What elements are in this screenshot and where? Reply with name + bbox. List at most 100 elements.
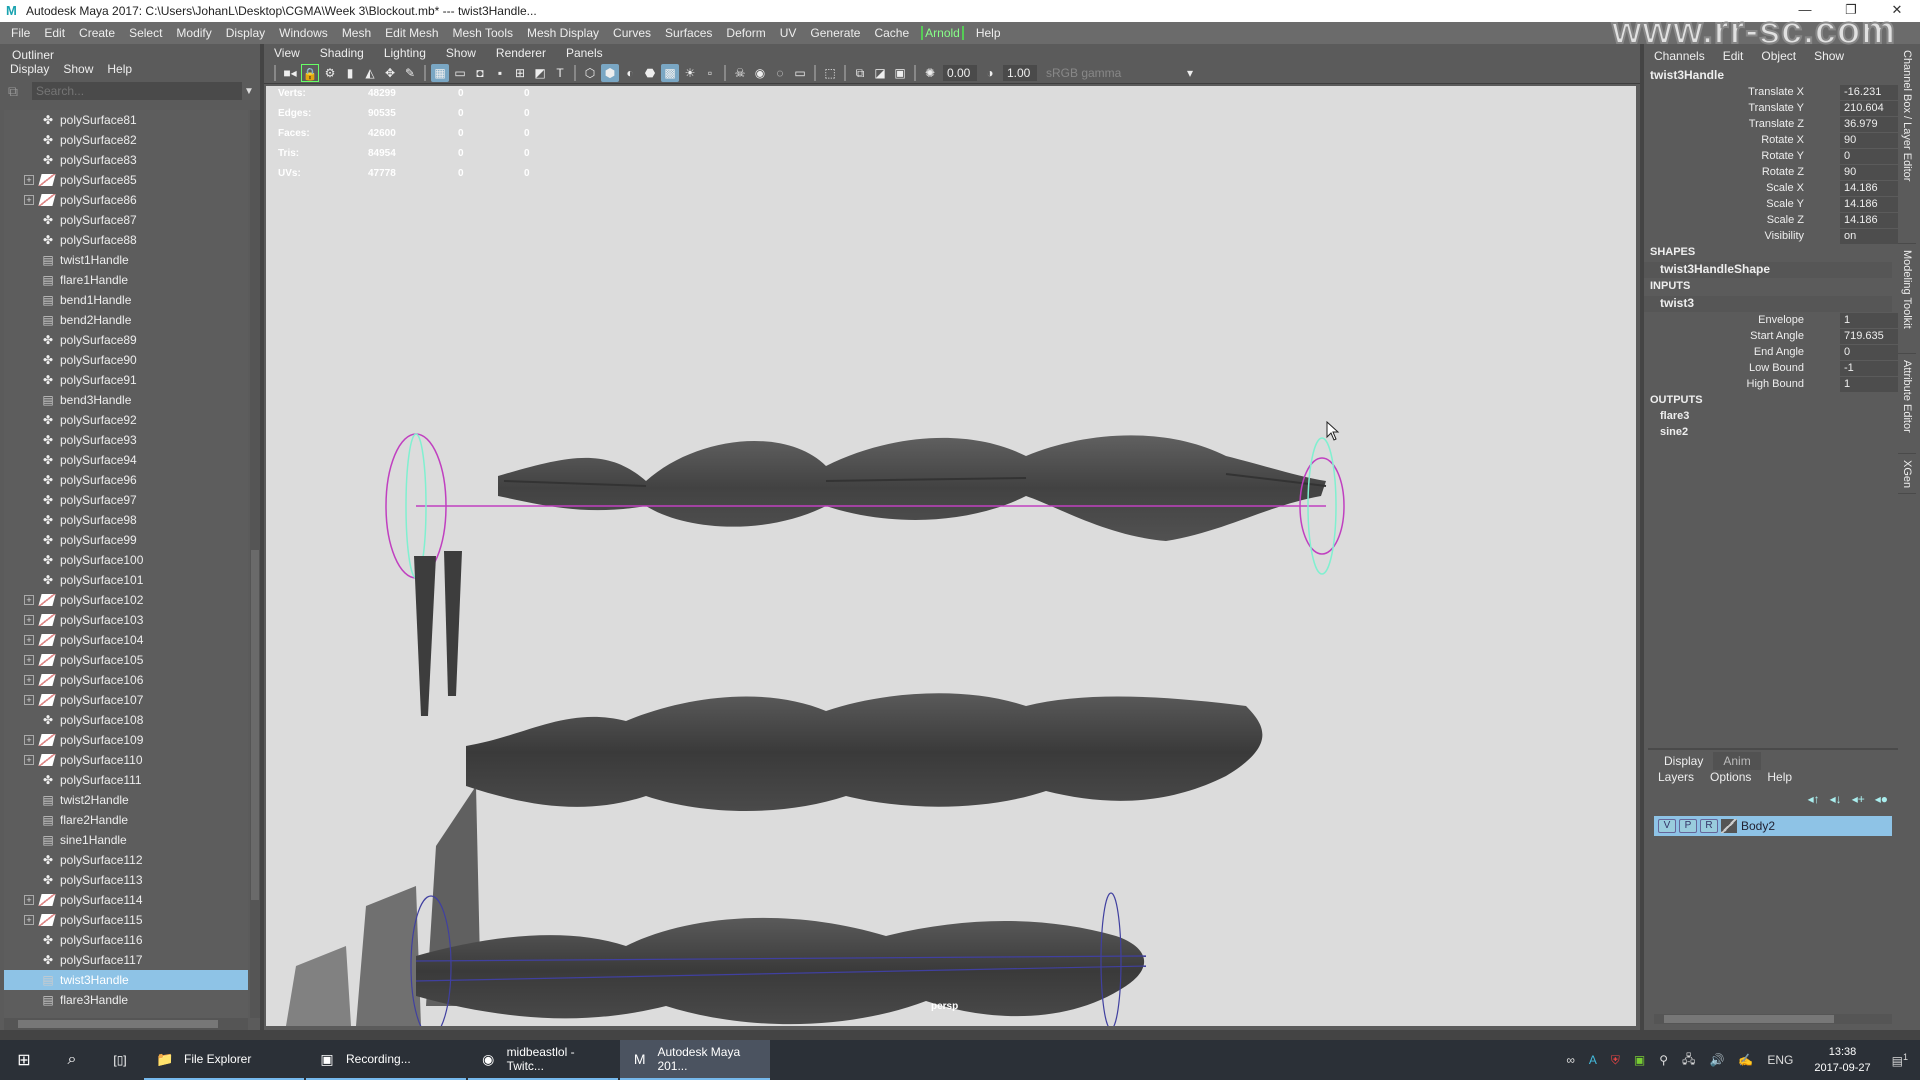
expand-icon[interactable]: + [24,755,34,765]
menu-edit[interactable]: Edit [37,26,72,40]
channel-name[interactable]: Low Bound [1749,362,1804,374]
resolution-gate-icon[interactable]: ◘ [471,64,489,82]
gate-mask-icon[interactable]: ▪ [491,64,509,82]
exposure-icon[interactable]: ✺ [921,64,939,82]
nvidia-icon[interactable]: ▣ [1634,1053,1645,1067]
cb-menu-object[interactable]: Object [1761,49,1796,63]
channel-name[interactable]: Envelope [1758,314,1804,326]
camera-attributes-icon[interactable]: ⚙ [321,64,339,82]
safe-title-icon[interactable]: T [551,64,569,82]
clock[interactable]: 13:38 2017-09-27 [1814,1044,1870,1076]
outliner-item[interactable]: ✤ polySurface97 [4,490,248,510]
channel-name[interactable]: Visibility [1764,230,1804,242]
search-button[interactable]: ⌕ [48,1040,96,1080]
expand-icon[interactable]: + [24,635,34,645]
grid-icon[interactable]: ▦ [431,63,449,82]
move-layer-up-icon[interactable]: ◂↑ [1808,792,1820,806]
bookmark-icon[interactable]: ▮ [341,64,359,82]
channel-name[interactable]: Rotate Z [1762,166,1804,178]
expand-icon[interactable]: + [24,615,34,625]
outliner-search-input[interactable] [32,82,242,100]
scrollbar-thumb[interactable] [1664,1015,1834,1023]
expand-icon[interactable]: + [24,695,34,705]
menu-help[interactable]: Help [969,26,1008,40]
wireframe-icon[interactable]: ⬡ [581,64,599,82]
scrollbar-thumb[interactable] [251,550,259,900]
outliner-item[interactable]: ✤ polySurface89 [4,330,248,350]
outliner-item[interactable]: ▤ bend1Handle [4,290,248,310]
depth-of-field-icon[interactable]: ◪ [871,64,889,82]
outliner-item[interactable]: ▤ sine1Handle [4,830,248,850]
film-gate-icon[interactable]: ▭ [451,64,469,82]
taskbar-app[interactable]: ▣ Recording... [306,1040,466,1080]
move-layer-down-icon[interactable]: ◂↓ [1830,792,1842,806]
outliner-item[interactable]: ✤ polySurface83 [4,150,248,170]
channel-value[interactable]: 14.186 [1840,212,1902,228]
outliner-item[interactable]: ✤ polySurface81 [4,110,248,130]
outliner-item[interactable]: + polySurface104 [4,630,248,650]
menu-select[interactable]: Select [122,26,169,40]
multisample-aa-icon[interactable]: ⧉ [851,64,869,82]
outliner-horizontal-scrollbar[interactable] [4,1018,248,1030]
channel-name[interactable]: Rotate Y [1761,150,1804,162]
menu-generate[interactable]: Generate [803,26,867,40]
layer-row[interactable]: V P R Body2 [1654,816,1892,836]
menu-modify[interactable]: Modify [169,26,218,40]
menu-curves[interactable]: Curves [606,26,658,40]
cb-menu-edit[interactable]: Edit [1723,49,1744,63]
menu-arnold[interactable]: Arnold [921,26,964,40]
le-menu-options[interactable]: Options [1710,770,1751,788]
object-name[interactable]: twist3Handle [1644,68,1898,84]
expand-icon[interactable]: + [24,675,34,685]
action-center-icon[interactable]: ▤1 [1892,1052,1908,1068]
taskbar-app[interactable]: 📁 File Explorer [144,1040,304,1080]
default-material-icon[interactable]: ◐ [621,64,639,82]
output-node[interactable]: sine2 [1644,426,1898,442]
shape-node[interactable]: twist3HandleShape [1644,262,1892,278]
network-icon[interactable]: 🖧 [1682,1050,1695,1071]
channel-name[interactable]: Scale Y [1766,198,1804,210]
outliner-item[interactable]: + polySurface114 [4,890,248,910]
channel-value[interactable]: 36.979 [1840,116,1902,132]
xray-joints-icon[interactable]: ◉ [751,64,769,82]
isolate-select-icon[interactable]: ⬚ [821,64,839,82]
taskbar-app[interactable]: ◉ midbeastlol - Twitc... [468,1040,618,1080]
channel-value[interactable]: -16.231 [1840,84,1902,100]
outliner-item[interactable]: ✤ polySurface94 [4,450,248,470]
lock-camera-icon[interactable]: 🔒 [301,63,319,82]
layer-editor-scrollbar[interactable] [1654,1014,1892,1024]
expand-icon[interactable]: + [24,915,34,925]
ambient-occlusion-icon[interactable]: ▭ [791,64,809,82]
outliner-item[interactable]: + polySurface115 [4,910,248,930]
menu-windows[interactable]: Windows [272,26,335,40]
channel-value[interactable]: 719.635 [1840,328,1902,344]
outliner-item[interactable]: + polySurface103 [4,610,248,630]
menu-mesh-display[interactable]: Mesh Display [520,26,606,40]
outliner-item[interactable]: ▤ flare1Handle [4,270,248,290]
color-space-chevron-icon[interactable]: ▾ [1181,64,1199,82]
outliner-item[interactable]: ✤ polySurface112 [4,850,248,870]
cb-menu-show[interactable]: Show [1814,49,1844,63]
outliner-item[interactable]: ✤ polySurface116 [4,930,248,950]
menu-create[interactable]: Create [72,26,122,40]
outliner-item[interactable]: ✤ polySurface93 [4,430,248,450]
tab-anim[interactable]: Anim [1713,752,1761,770]
xray-icon[interactable]: ☠ [731,64,749,82]
security-shield-icon[interactable]: ⛨ [1611,1053,1620,1068]
outliner-item[interactable]: ✤ polySurface101 [4,570,248,590]
outliner-item[interactable]: ✤ polySurface117 [4,950,248,970]
2d-pan-zoom-icon[interactable]: ✥ [381,64,399,82]
channel-name[interactable]: Translate Z [1749,118,1804,130]
menu-mesh-tools[interactable]: Mesh Tools [446,26,520,40]
vp-menu-view[interactable]: View [274,46,300,60]
outliner-vertical-scrollbar[interactable] [250,110,260,1018]
use-lights-icon[interactable]: ☀ [681,64,699,82]
outliner-item[interactable]: ✤ polySurface108 [4,710,248,730]
outliner-menu-display[interactable]: Display [10,62,49,80]
menu-deform[interactable]: Deform [719,26,772,40]
channel-value[interactable]: 90 [1840,132,1902,148]
outliner-item[interactable]: + polySurface86 [4,190,248,210]
outliner-item[interactable]: ✤ polySurface96 [4,470,248,490]
layer-reference-toggle[interactable]: R [1700,819,1718,833]
side-tab-attribute-editor[interactable]: Attribute Editor [1898,354,1916,454]
